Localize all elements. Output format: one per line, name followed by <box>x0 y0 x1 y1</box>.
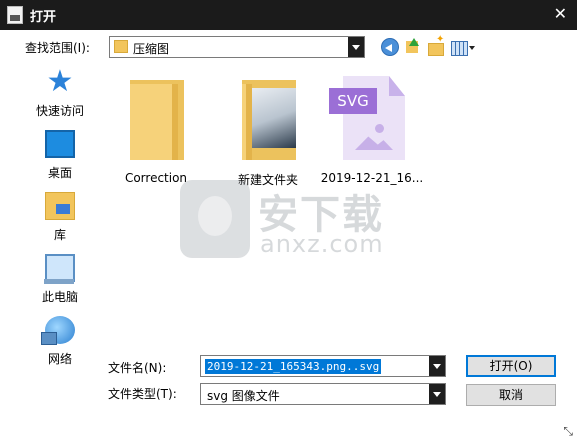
back-icon[interactable] <box>381 38 399 56</box>
file-item[interactable]: 新建文件夹 <box>216 62 320 192</box>
filename-input[interactable]: 2019-12-21_165343.png..svg <box>200 355 446 377</box>
filetype-value: svg 图像文件 <box>207 389 280 403</box>
look-in-label: 查找范围(I): <box>25 41 90 55</box>
place-label: 快速访问 <box>35 104 84 118</box>
desktop-icon <box>45 130 75 158</box>
look-in-value: 压缩图 <box>133 42 170 56</box>
file-item[interactable]: Correction <box>104 62 208 192</box>
window-title: 打开 <box>30 10 57 25</box>
resize-grip-icon[interactable]: ⤡ <box>563 424 573 439</box>
place-desktop[interactable]: 桌面 <box>20 126 100 182</box>
chevron-down-icon[interactable] <box>429 384 445 404</box>
filetype-label: 文件类型(T): <box>108 387 177 401</box>
chevron-down-icon[interactable] <box>429 356 445 376</box>
quick-access-icon: ★ <box>46 64 74 99</box>
view-menu-icon[interactable] <box>451 38 477 56</box>
new-folder-icon[interactable] <box>427 34 445 56</box>
network-icon <box>41 316 75 345</box>
place-label: 桌面 <box>47 166 72 180</box>
filename-label: 文件名(N): <box>108 361 167 375</box>
look-in-combo[interactable]: 压缩图 <box>109 36 365 58</box>
place-network[interactable]: 网络 <box>20 312 100 368</box>
library-icon <box>45 192 75 220</box>
file-item[interactable]: SVG 2019-12-21_16... <box>320 62 424 192</box>
watermark: 安下载 anxz.com <box>180 180 400 260</box>
svg-file-icon: SVG <box>329 76 405 160</box>
place-label: 库 <box>53 228 66 242</box>
app-icon <box>7 6 23 24</box>
cancel-button[interactable]: 取消 <box>466 384 556 406</box>
chevron-down-icon[interactable] <box>348 37 364 57</box>
filetype-select[interactable]: svg 图像文件 <box>200 383 446 405</box>
place-label: 此电脑 <box>41 290 78 304</box>
filename-value: 2019-12-21_165343.png..svg <box>205 359 382 374</box>
up-folder-icon[interactable] <box>404 38 422 56</box>
place-this-pc[interactable]: 此电脑 <box>20 250 100 306</box>
folder-icon <box>242 80 296 160</box>
open-button[interactable]: 打开(O) <box>466 355 556 377</box>
folder-icon <box>114 40 128 53</box>
place-quick-access[interactable]: ★ 快速访问 <box>20 64 100 120</box>
title-bar: 打开 ✕ <box>0 0 577 30</box>
this-pc-icon <box>44 254 75 284</box>
folder-icon <box>130 80 184 160</box>
shield-icon <box>180 180 250 258</box>
place-library[interactable]: 库 <box>20 188 100 244</box>
place-label: 网络 <box>47 352 72 366</box>
watermark-domain: anxz.com <box>260 230 384 258</box>
svg-badge: SVG <box>329 88 377 114</box>
close-icon[interactable]: ✕ <box>554 4 567 23</box>
places-bar: ★ 快速访问 桌面 库 此电脑 网络 <box>20 60 100 380</box>
